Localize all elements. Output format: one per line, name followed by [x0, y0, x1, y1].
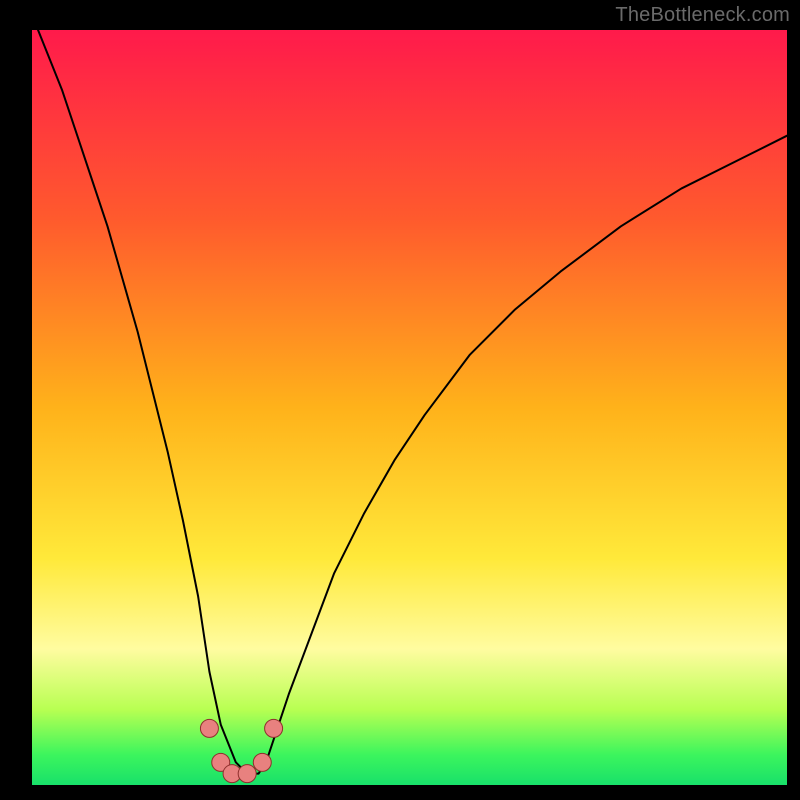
curve-marker — [253, 753, 271, 771]
chart-svg — [0, 0, 800, 800]
plot-background — [32, 30, 787, 785]
curve-marker — [238, 765, 256, 783]
curve-marker — [265, 719, 283, 737]
chart-stage: TheBottleneck.com — [0, 0, 800, 800]
curve-marker — [200, 719, 218, 737]
